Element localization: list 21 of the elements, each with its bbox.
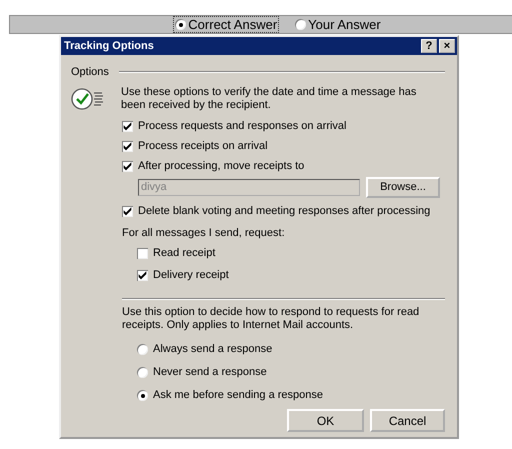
- radio-label: Correct Answer: [188, 17, 278, 32]
- description-text: Use these options to verify the date and time a message has been received by the recipient.: [121, 86, 418, 112]
- ok-button[interactable]: OK: [287, 409, 364, 432]
- request-label: For all messages I send, request:: [122, 226, 285, 240]
- checkbox-label: Process receipts on arrival: [138, 140, 268, 152]
- help-button[interactable]: ?: [421, 39, 437, 53]
- checkbox-label: Read receipt: [153, 246, 216, 260]
- close-button[interactable]: ×: [439, 39, 455, 53]
- group-label: Options: [71, 66, 109, 78]
- window-title: Tracking Options: [64, 40, 154, 52]
- checkbox-label: Delete blank voting and meeting responses after processing: [138, 204, 430, 218]
- radio-label: Never send a response: [153, 366, 267, 379]
- radio-label: Your Answer: [308, 17, 381, 32]
- radio-label: Always send a response: [153, 343, 272, 356]
- checkbox-label: Delivery receipt: [153, 268, 229, 282]
- radio-label: Ask me before sending a response: [153, 389, 323, 402]
- checkbox-label: After processing, move receipts to: [138, 160, 304, 172]
- description-text: Use this option to decide how to respond to requests for read receipts. Only applies to Internet Mail accounts.: [122, 306, 420, 332]
- checkbox-label: Process requests and responses on arrival: [138, 120, 346, 132]
- cancel-button[interactable]: Cancel: [370, 409, 445, 432]
- browse-button[interactable]: Browse...: [366, 176, 440, 198]
